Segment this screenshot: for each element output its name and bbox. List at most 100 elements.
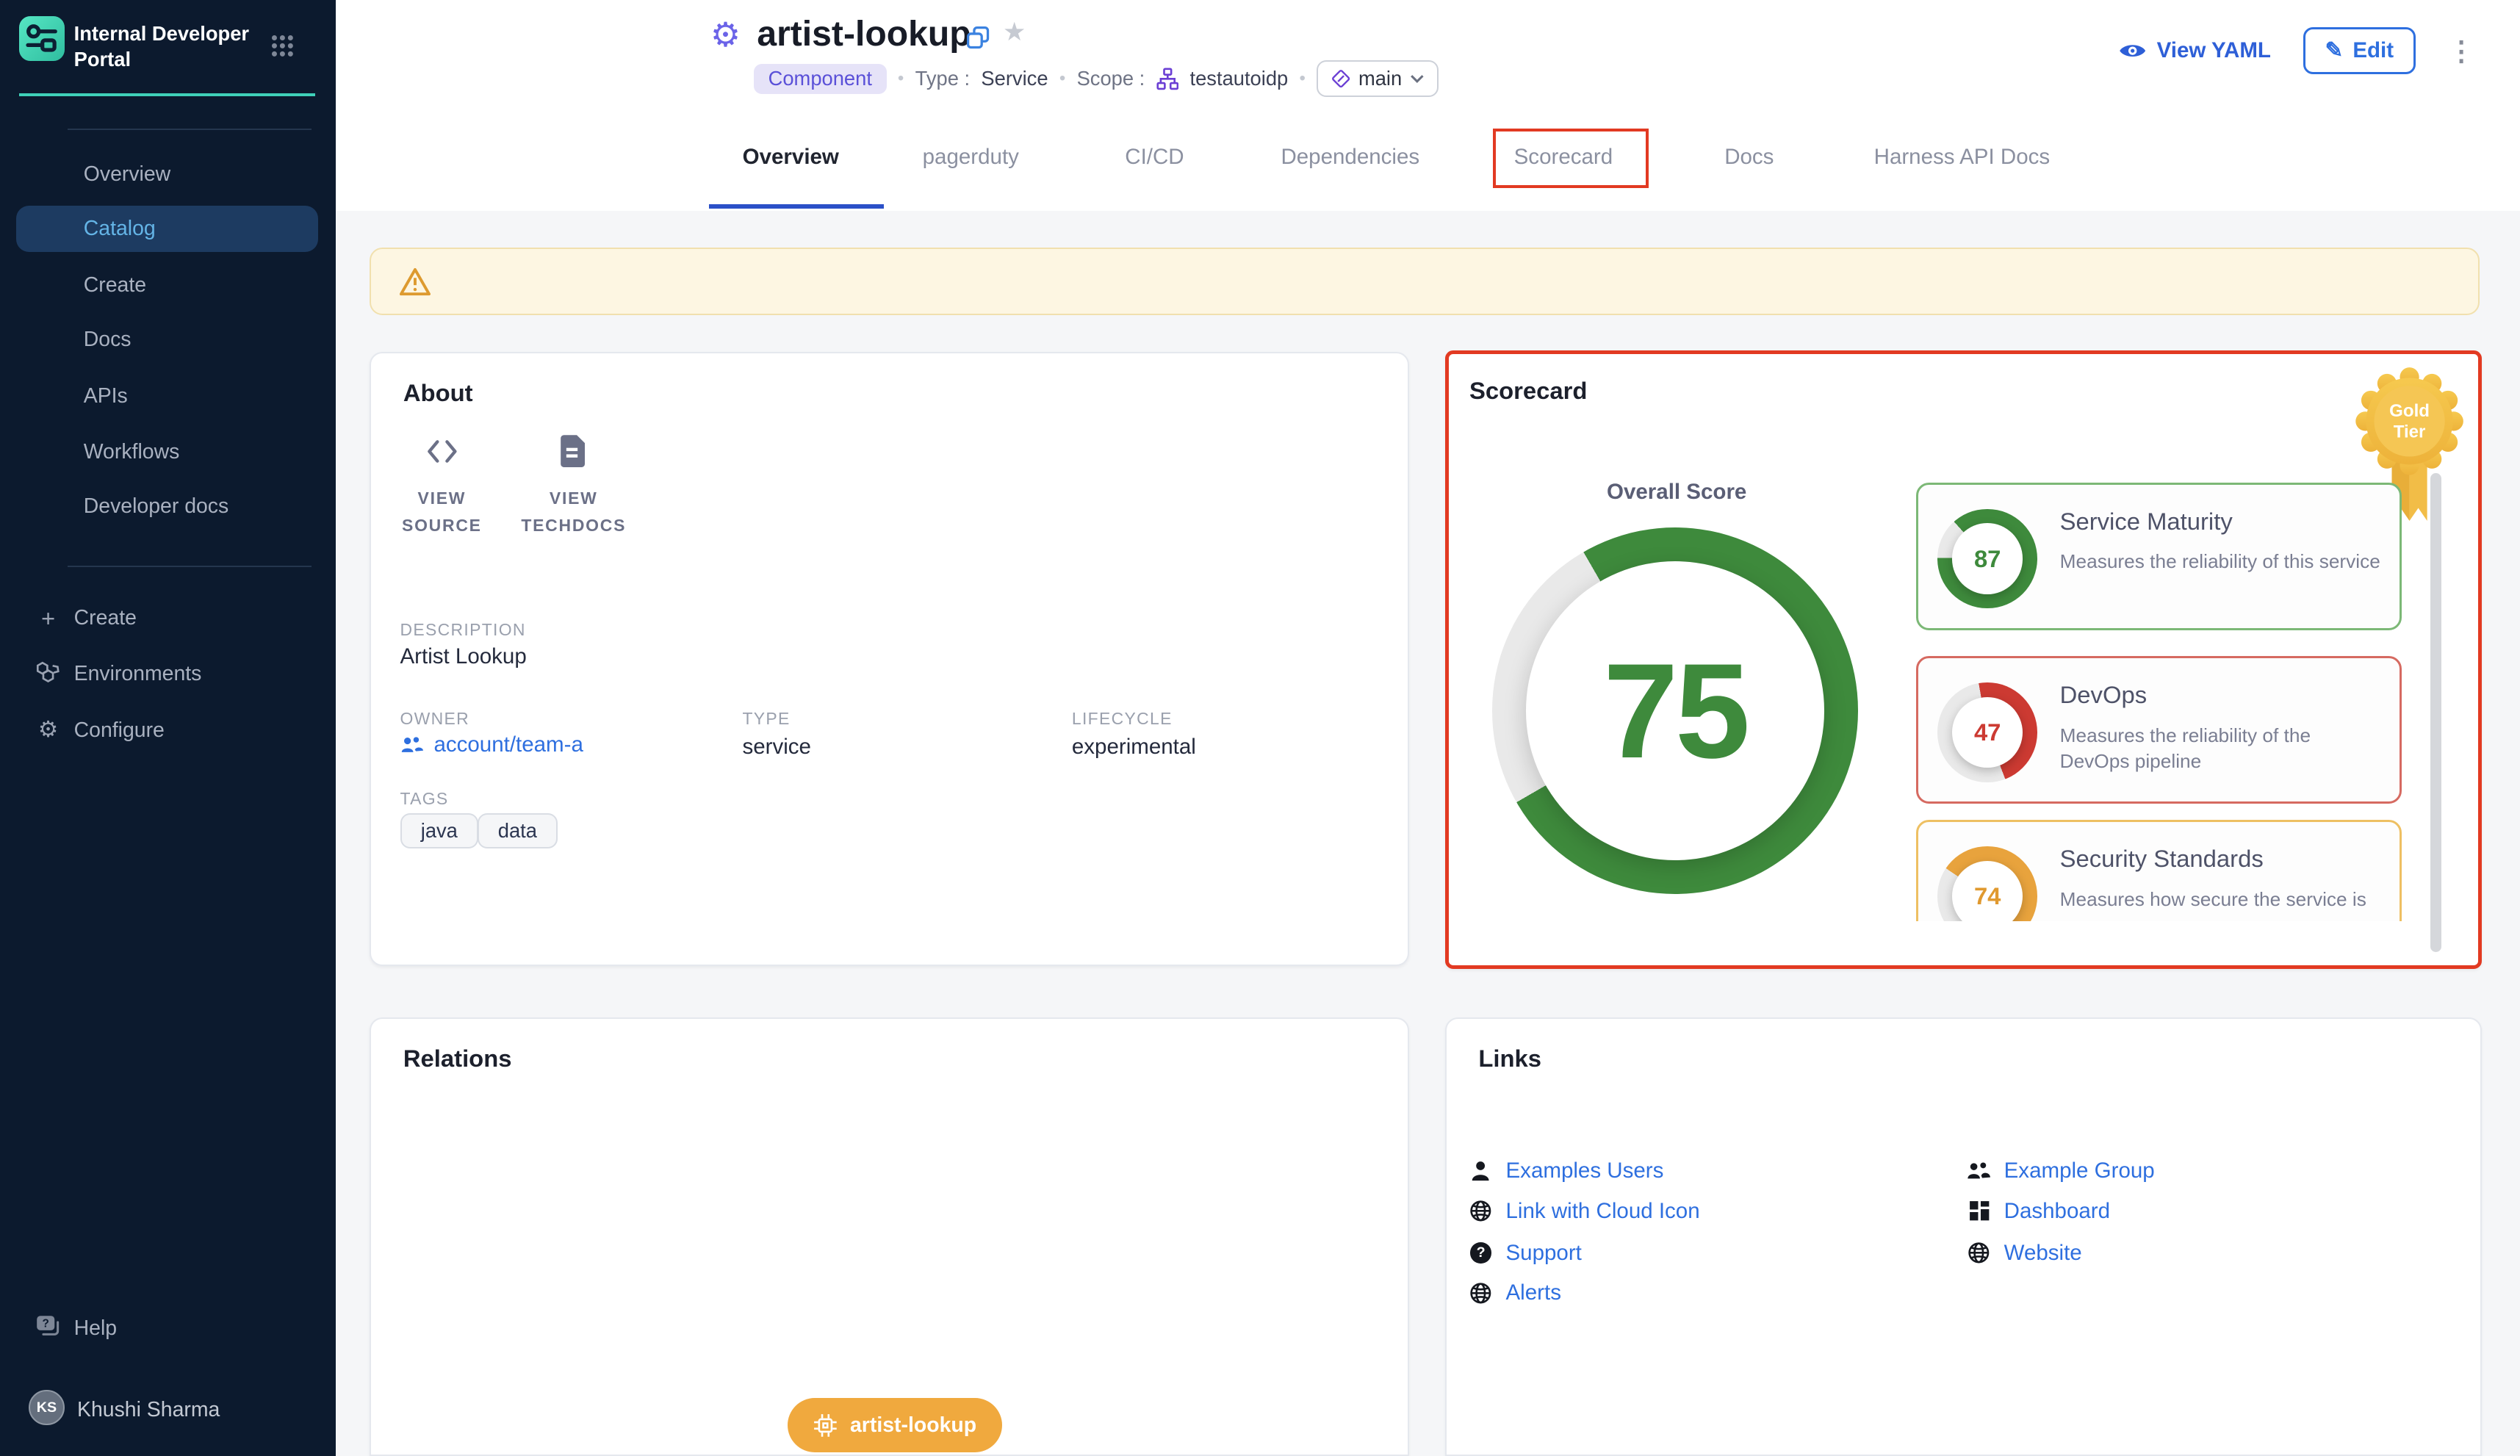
sidebar-item-apis[interactable]: APIs bbox=[0, 373, 336, 419]
edit-button[interactable]: ✎ Edit bbox=[2303, 27, 2416, 73]
active-tab-underline bbox=[709, 204, 884, 209]
user-icon bbox=[1469, 1161, 1493, 1181]
sidebar-create-button[interactable]: + Create bbox=[0, 601, 336, 640]
link-dashboard[interactable]: Dashboard bbox=[1967, 1199, 2110, 1224]
view-yaml-button[interactable]: View YAML bbox=[2118, 38, 2271, 63]
about-card: About VIEWSOURCE VIEWTECHDOCS DESCRIPTIO… bbox=[370, 352, 1409, 966]
link-support[interactable]: ? Support bbox=[1469, 1241, 1582, 1266]
sidebar-divider bbox=[68, 566, 312, 567]
link-examples-users[interactable]: Examples Users bbox=[1469, 1158, 1663, 1183]
sidebar-item-docs[interactable]: Docs bbox=[0, 317, 336, 363]
about-title: About bbox=[403, 379, 473, 407]
dot-separator: • bbox=[898, 68, 904, 89]
tab-dependencies[interactable]: Dependencies bbox=[1281, 145, 1419, 170]
entity-meta-row: Component • Type : Service • Scope : tes… bbox=[754, 61, 1439, 96]
overall-score-value: 75 bbox=[1603, 633, 1747, 788]
app-window: Internal Developer Portal Overview Catal… bbox=[0, 0, 2520, 1456]
hexagons-icon bbox=[34, 660, 62, 691]
warning-icon bbox=[398, 267, 432, 298]
tab-harness-api-docs[interactable]: Harness API Docs bbox=[1874, 145, 2051, 170]
portal-logo-glyph bbox=[19, 16, 64, 61]
gear-icon: ⚙ bbox=[34, 717, 62, 743]
tag-chip[interactable]: java bbox=[400, 813, 479, 848]
sidebar-help-button[interactable]: ? Help bbox=[0, 1311, 336, 1350]
relations-card: Relations artist-lookup bbox=[370, 1017, 1409, 1456]
sidebar-configure-button[interactable]: ⚙ Configure bbox=[0, 713, 336, 752]
help-chat-icon: ? bbox=[34, 1314, 62, 1344]
globe-icon bbox=[1469, 1200, 1493, 1222]
avatar[interactable]: KS bbox=[29, 1390, 64, 1425]
tab-pagerduty[interactable]: pagerduty bbox=[923, 145, 1019, 170]
overall-score-label: Overall Score bbox=[1506, 480, 1847, 505]
dot-separator: • bbox=[1300, 68, 1306, 89]
gold-tier-line2: Tier bbox=[2394, 422, 2426, 442]
check-card-devops[interactable]: 47 DevOps Measures the reliability of th… bbox=[1916, 656, 2402, 804]
globe-icon bbox=[1967, 1241, 1991, 1264]
apps-grid-icon[interactable] bbox=[270, 34, 295, 65]
user-name[interactable]: Khushi Sharma bbox=[77, 1398, 220, 1422]
devops-gauge: 47 bbox=[1937, 682, 2037, 782]
tag-chip[interactable]: data bbox=[478, 813, 558, 848]
lifecycle-label: LIFECYCLE bbox=[1072, 709, 1173, 729]
link-example-group[interactable]: Example Group bbox=[1967, 1158, 2154, 1183]
sidebar-item-catalog[interactable]: Catalog bbox=[16, 206, 318, 252]
kebab-menu-icon[interactable]: ⋮ bbox=[2448, 35, 2475, 67]
component-gear-icon: ⚙ bbox=[710, 15, 741, 54]
scorecard-title: Scorecard bbox=[1469, 377, 1587, 405]
kind-badge: Component bbox=[754, 64, 887, 94]
owner-link[interactable]: account/team-a bbox=[400, 732, 583, 757]
scorecard-scrollbar[interactable] bbox=[2430, 473, 2441, 952]
link-website[interactable]: Website bbox=[1967, 1241, 2081, 1266]
sidebar-item-create[interactable]: Create bbox=[0, 262, 336, 309]
view-techdocs-button[interactable]: VIEWTECHDOCS bbox=[516, 430, 632, 539]
pencil-icon: ✎ bbox=[2325, 37, 2343, 63]
plus-icon: + bbox=[34, 605, 62, 633]
owner-group-icon bbox=[400, 736, 425, 754]
code-icon bbox=[384, 430, 500, 472]
check-card-security-standards[interactable]: 74 Security Standards Measures how secur… bbox=[1916, 820, 2402, 921]
gold-tier-line1: Gold bbox=[2389, 401, 2430, 421]
sidebar-environments-button[interactable]: Environments bbox=[0, 657, 336, 696]
question-icon: ? bbox=[1469, 1242, 1493, 1263]
portal-logo[interactable] bbox=[19, 16, 64, 61]
service-maturity-gauge: 87 bbox=[1937, 509, 2037, 609]
docs-icon bbox=[516, 430, 632, 472]
tab-overview[interactable]: Overview bbox=[743, 145, 839, 170]
sidebar-divider bbox=[68, 129, 312, 130]
scorecard-card: Scorecard Gold Tie bbox=[1445, 350, 2482, 969]
dot-separator: • bbox=[1059, 68, 1065, 89]
sidebar-item-workflows[interactable]: Workflows bbox=[0, 429, 336, 475]
hierarchy-icon bbox=[1156, 68, 1179, 90]
branch-selector[interactable]: main bbox=[1317, 60, 1439, 97]
copy-icon[interactable] bbox=[966, 26, 990, 57]
relations-node-artist-lookup[interactable]: artist-lookup bbox=[788, 1398, 1002, 1452]
link-alerts[interactable]: Alerts bbox=[1469, 1280, 1561, 1305]
check-card-service-maturity[interactable]: 87 Service Maturity Measures the reliabi… bbox=[1916, 483, 2402, 630]
chevron-down-icon bbox=[1410, 74, 1425, 84]
star-icon[interactable]: ★ bbox=[1003, 18, 1026, 47]
page-title: artist-lookup bbox=[757, 13, 971, 54]
sidebar-item-developer-docs[interactable]: Developer docs bbox=[0, 483, 336, 530]
globe-icon bbox=[1469, 1282, 1493, 1305]
sidebar-accent-line bbox=[19, 93, 315, 96]
sidebar-item-overview[interactable]: Overview bbox=[0, 151, 336, 198]
scope-value: testautoidp bbox=[1190, 67, 1289, 90]
type-label: Type : bbox=[915, 67, 970, 90]
sidebar: Internal Developer Portal Overview Catal… bbox=[0, 0, 336, 1456]
description-value: Artist Lookup bbox=[400, 644, 527, 669]
relations-title: Relations bbox=[403, 1045, 512, 1073]
type-label: TYPE bbox=[742, 709, 790, 729]
owner-label: OWNER bbox=[400, 709, 470, 729]
link-with-cloud-icon[interactable]: Link with Cloud Icon bbox=[1469, 1199, 1699, 1224]
tab-docs[interactable]: Docs bbox=[1724, 145, 1774, 170]
description-label: DESCRIPTION bbox=[400, 620, 526, 640]
security-standards-gauge: 74 bbox=[1937, 846, 2037, 921]
tab-cicd[interactable]: CI/CD bbox=[1125, 145, 1184, 170]
page-header: ⚙ artist-lookup ★ Component • Type : Ser… bbox=[336, 0, 2520, 211]
type-value: service bbox=[742, 735, 811, 760]
view-source-button[interactable]: VIEWSOURCE bbox=[384, 430, 500, 539]
scope-label: Scope : bbox=[1077, 67, 1145, 90]
links-card: Links Examples Users Link with Cloud Ico… bbox=[1445, 1017, 2482, 1456]
group-icon bbox=[1967, 1162, 1991, 1180]
tags-label: TAGS bbox=[400, 789, 449, 809]
